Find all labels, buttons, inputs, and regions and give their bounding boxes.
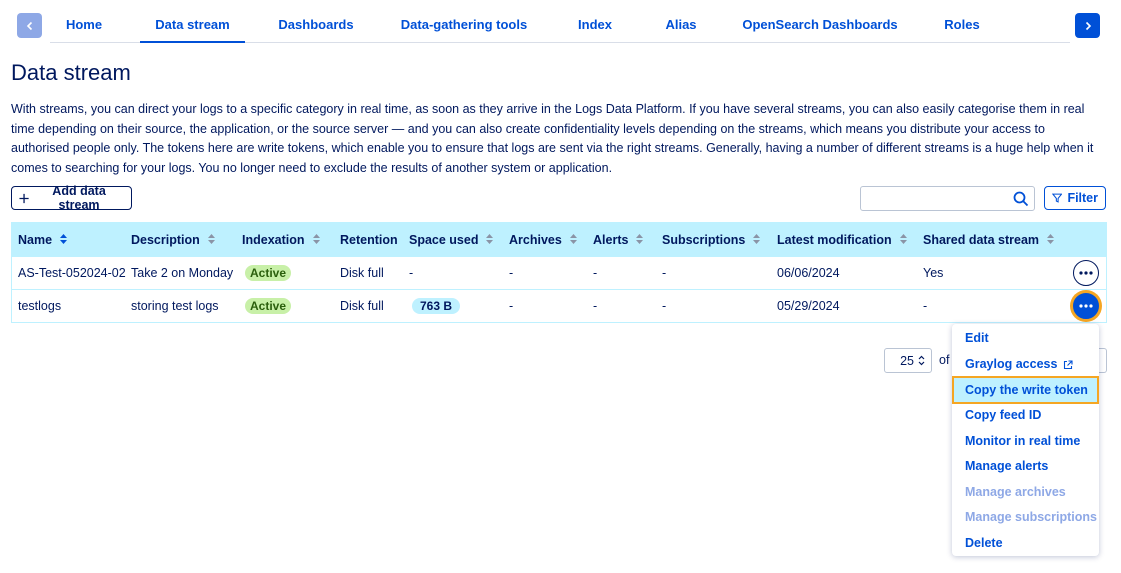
sort-icon[interactable] — [486, 223, 494, 258]
column-header-space-used[interactable]: Space used — [409, 223, 494, 258]
chevron-right-icon — [1085, 21, 1091, 30]
menu-item-delete[interactable]: Delete — [965, 536, 1003, 550]
page-size-value: 25 — [900, 353, 914, 368]
tab-index[interactable]: Index — [572, 0, 618, 43]
status-badge: Active — [245, 298, 292, 314]
filter-button[interactable]: Filter — [1044, 186, 1106, 210]
cell-archives: - — [509, 299, 514, 313]
cell-archives: - — [509, 266, 514, 280]
cell-subscriptions: - — [662, 266, 667, 280]
page-title: Data stream — [11, 60, 131, 85]
intro-text: With streams, you can direct your logs t… — [11, 102, 1094, 175]
sort-icon[interactable] — [60, 223, 68, 258]
space-used-badge: 763 B — [412, 298, 461, 314]
cell-retention: Disk full — [340, 299, 384, 313]
column-header-shared-data-stream[interactable]: Shared data stream — [923, 223, 1055, 258]
menu-item-manage-alerts[interactable]: Manage alerts — [965, 459, 1048, 473]
menu-item-manage-archives: Manage archives — [965, 485, 1066, 499]
sort-icon[interactable] — [636, 223, 644, 258]
row-actions-button[interactable] — [1073, 293, 1099, 319]
plus-icon — [19, 193, 29, 203]
menu-item-edit[interactable]: Edit — [965, 331, 989, 345]
add-data-stream-label: Add data stream — [52, 184, 106, 212]
sort-icon[interactable] — [312, 223, 320, 258]
cell-retention: Disk full — [340, 266, 384, 280]
tab-alias[interactable]: Alias — [656, 0, 706, 43]
status-badge: Active — [245, 265, 292, 281]
tab-home[interactable]: Home — [50, 0, 118, 43]
ellipsis-icon — [1079, 271, 1093, 275]
nav-prev-button[interactable] — [17, 13, 42, 38]
nav-next-button[interactable] — [1075, 13, 1100, 38]
tab-roles[interactable]: Roles — [934, 0, 990, 43]
ellipsis-icon — [1079, 304, 1093, 308]
table-header: Name Description Indexation Retention Sp… — [11, 222, 1107, 257]
data-stream-table: Name Description Indexation Retention Sp… — [11, 222, 1107, 323]
pagination-of-label: of — [939, 353, 950, 367]
external-link-icon — [1063, 360, 1073, 369]
menu-item-graylog-access[interactable]: Graylog access — [965, 357, 1073, 371]
column-header-latest-modification[interactable]: Latest modification — [777, 223, 907, 258]
cell-shared: - — [923, 299, 928, 313]
cell-subscriptions: - — [662, 299, 667, 313]
cell-latest-modification: 05/29/2024 — [777, 299, 840, 313]
sort-icon[interactable] — [899, 223, 907, 258]
column-header-subscriptions[interactable]: Subscriptions — [662, 223, 761, 258]
tab-data-stream[interactable]: Data stream — [140, 0, 245, 43]
cell-description: storing test logs — [131, 299, 219, 313]
table-row: AS-Test-052024-02 Take 2 on Monday Activ… — [11, 257, 1107, 290]
cell-description: Take 2 on Monday — [131, 266, 234, 280]
column-header-description[interactable]: Description — [131, 223, 215, 258]
sort-icon[interactable] — [207, 223, 215, 258]
top-navigation: Home Data stream Dashboards Data-gatheri… — [0, 0, 1121, 50]
menu-item-manage-subscriptions: Manage subscriptions — [965, 510, 1097, 524]
updown-chevron-icon — [918, 355, 925, 366]
chevron-left-icon — [26, 21, 32, 30]
tab-dashboards[interactable]: Dashboards — [268, 0, 364, 43]
menu-item-copy-feed-id[interactable]: Copy feed ID — [965, 408, 1041, 422]
column-header-archives[interactable]: Archives — [509, 223, 577, 258]
row-actions-menu: Edit Graylog access Copy the write token… — [952, 324, 1099, 556]
menu-item-monitor-real-time[interactable]: Monitor in real time — [965, 434, 1080, 448]
cell-indexation: Active — [245, 257, 292, 290]
search-icon[interactable] — [1013, 191, 1029, 207]
sort-icon[interactable] — [753, 223, 761, 258]
cell-space-used: 763 B — [412, 290, 461, 323]
nav-tabs: Home Data stream Dashboards Data-gatheri… — [50, 0, 1070, 43]
tab-data-gathering-tools[interactable]: Data-gathering tools — [392, 0, 536, 43]
cell-alerts: - — [593, 266, 598, 280]
cell-name: testlogs — [18, 299, 62, 313]
column-header-name[interactable]: Name — [18, 223, 68, 258]
cell-name: AS-Test-052024-02 — [18, 266, 126, 280]
add-data-stream-button[interactable]: Add data stream — [11, 184, 132, 212]
cell-indexation: Active — [245, 290, 292, 323]
row-actions-button[interactable] — [1073, 260, 1099, 286]
column-header-alerts[interactable]: Alerts — [593, 223, 644, 258]
table-row: testlogs storing test logs Active Disk f… — [11, 290, 1107, 323]
page-size-select[interactable]: 25 — [884, 348, 932, 373]
tab-opensearch-dashboards[interactable]: OpenSearch Dashboards — [740, 0, 900, 43]
cell-latest-modification: 06/06/2024 — [777, 266, 840, 280]
menu-item-copy-write-token[interactable]: Copy the write token — [952, 376, 1099, 404]
search-input[interactable] — [860, 186, 1035, 211]
cell-alerts: - — [593, 299, 598, 313]
sort-icon[interactable] — [1047, 223, 1055, 258]
column-header-indexation[interactable]: Indexation — [242, 223, 320, 258]
column-header-retention: Retention — [340, 233, 398, 247]
filter-label: Filter — [1067, 191, 1098, 205]
sort-icon[interactable] — [569, 223, 577, 258]
cell-shared: Yes — [923, 266, 944, 280]
cell-space-used: - — [409, 266, 414, 280]
filter-icon — [1052, 193, 1063, 203]
